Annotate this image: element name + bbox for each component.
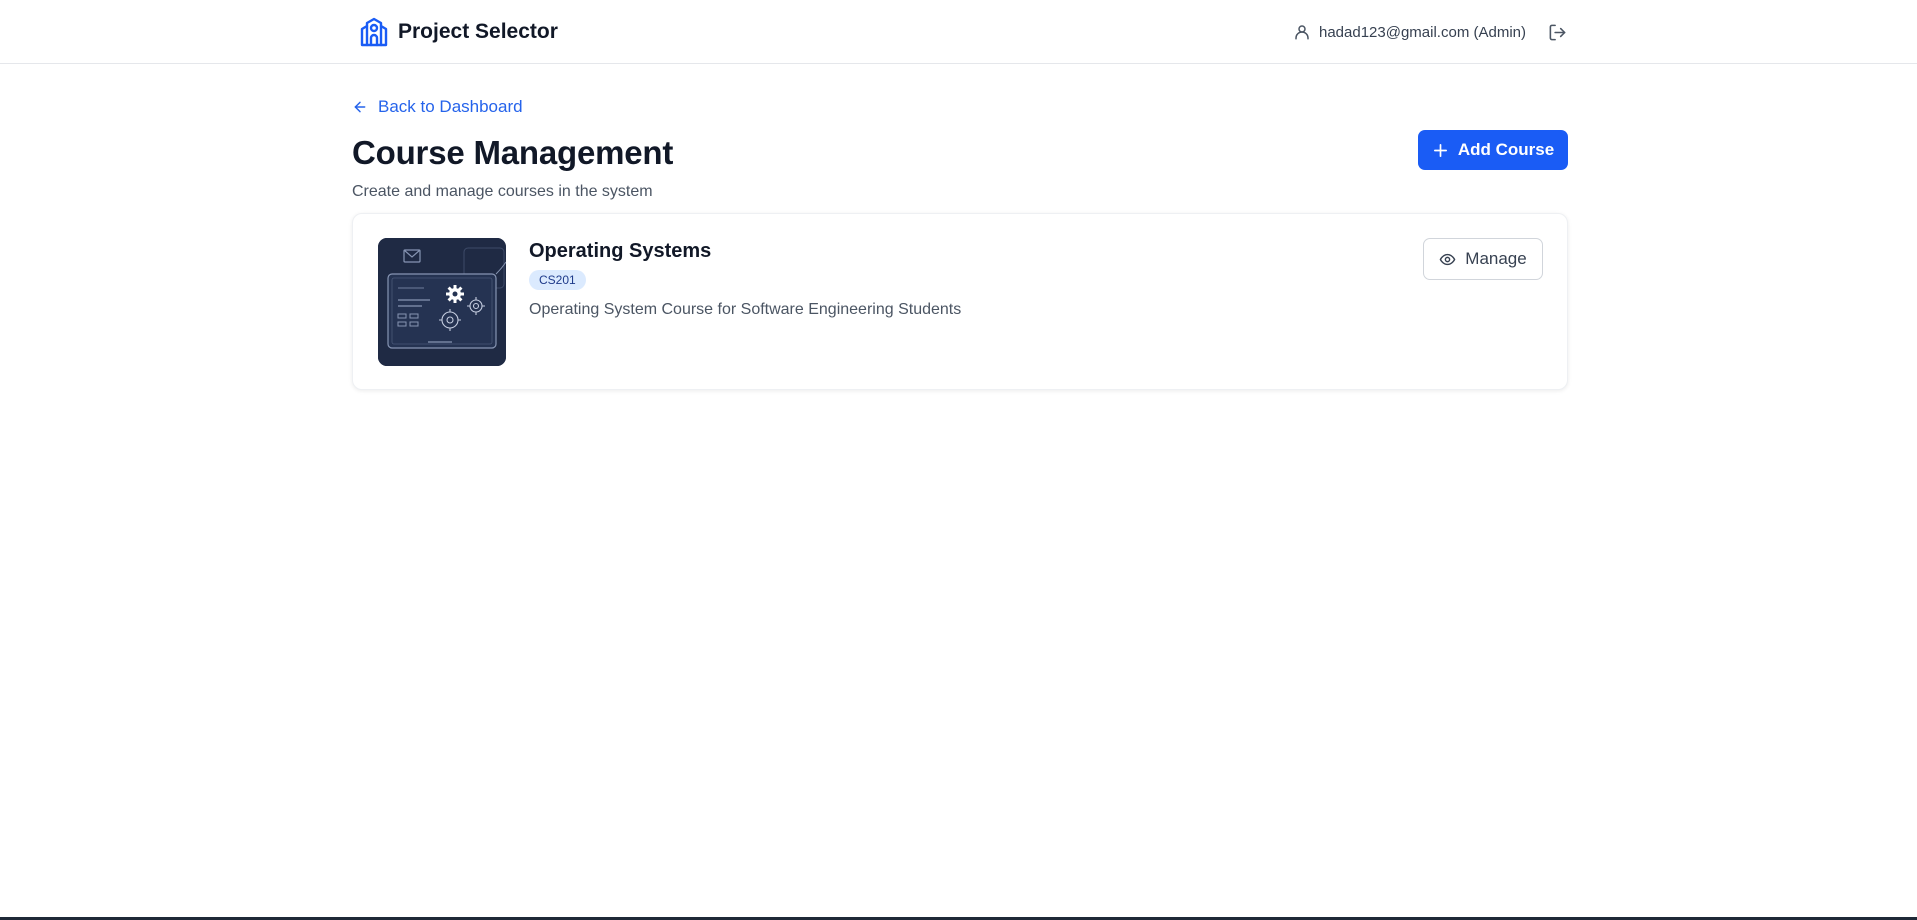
manage-label: Manage	[1465, 249, 1527, 268]
eye-icon	[1439, 251, 1456, 268]
course-code-badge: CS201	[529, 270, 586, 290]
logout-button[interactable]	[1548, 23, 1567, 42]
add-course-button[interactable]: Add Course	[1418, 130, 1568, 170]
user-icon	[1293, 23, 1311, 41]
back-to-dashboard-link[interactable]: Back to Dashboard	[352, 97, 523, 117]
course-thumbnail	[378, 238, 506, 366]
app-title: Project Selector	[398, 20, 558, 43]
school-building-icon	[358, 16, 390, 48]
course-title: Operating Systems	[529, 240, 712, 262]
add-course-label: Add Course	[1457, 140, 1555, 159]
page-subtitle: Create and manage courses in the system	[352, 183, 653, 200]
arrow-left-icon	[352, 99, 368, 115]
logout-icon	[1549, 24, 1566, 40]
top-navbar: Project Selector hadad123@gmail.com (Adm…	[0, 0, 1917, 64]
page-title: Course Management	[352, 134, 674, 171]
manage-course-button[interactable]: Manage	[1423, 238, 1543, 280]
brand[interactable]: Project Selector	[358, 15, 558, 49]
user-area: hadad123@gmail.com (Admin)	[1293, 18, 1567, 46]
course-illustration	[378, 238, 506, 366]
plus-icon	[1432, 142, 1449, 159]
user-email-label: hadad123@gmail.com (Admin)	[1319, 23, 1526, 41]
course-card: Operating Systems CS201 Operating System…	[352, 213, 1568, 390]
course-description: Operating System Course for Software Eng…	[529, 301, 962, 318]
back-link-label: Back to Dashboard	[378, 97, 523, 116]
